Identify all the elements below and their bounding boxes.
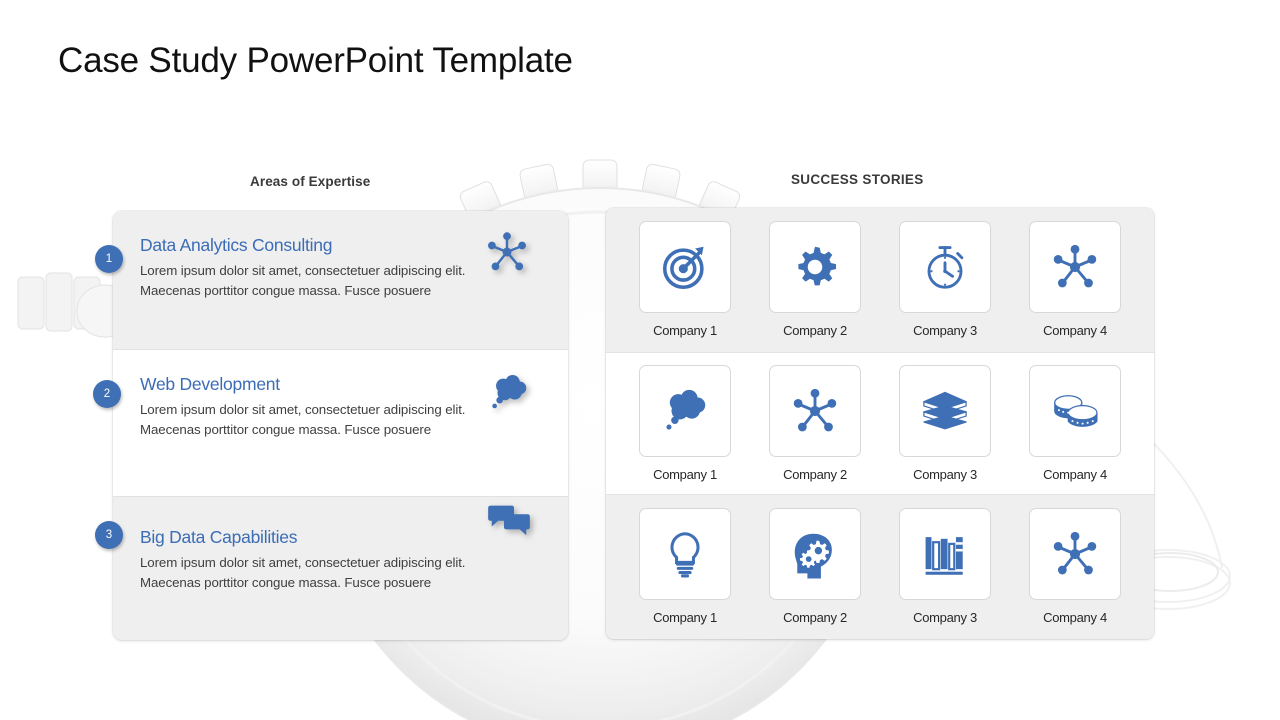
expertise-number-badge: 3 bbox=[95, 521, 123, 549]
success-story-tile[interactable] bbox=[1029, 221, 1121, 314]
success-story-label: Company 3 bbox=[913, 466, 977, 482]
thought-cloud-icon bbox=[492, 375, 527, 409]
expertise-row[interactable]: Big Data Capabilities Lorem ipsum dolor … bbox=[113, 497, 568, 640]
expertise-item-description: Lorem ipsum dolor sit amet, consectetuer… bbox=[140, 261, 520, 300]
areas-of-expertise-header: Areas of Expertise bbox=[250, 174, 371, 189]
success-story-label: Company 2 bbox=[783, 323, 847, 339]
success-stories-row: Company 1 Company 2 Company 3 Company 4 bbox=[606, 351, 1154, 496]
expertise-row[interactable]: Web Development Lorem ipsum dolor sit am… bbox=[113, 349, 568, 497]
success-story-tile[interactable] bbox=[1029, 364, 1121, 457]
target-icon bbox=[662, 247, 704, 290]
network-hub-icon bbox=[488, 232, 526, 271]
success-story-label: Company 1 bbox=[653, 323, 717, 339]
success-story-label: Company 2 bbox=[783, 466, 847, 482]
success-story-cell[interactable]: Company 2 bbox=[755, 221, 875, 338]
expertise-item-description: Lorem ipsum dolor sit amet, consectetuer… bbox=[140, 553, 520, 592]
gear-icon bbox=[798, 247, 837, 286]
success-story-tile[interactable] bbox=[639, 221, 731, 314]
success-story-label: Company 1 bbox=[653, 466, 717, 482]
success-stories-row: Company 1 Company 2 Company 3 Company 4 bbox=[606, 495, 1154, 639]
success-story-cell[interactable]: Company 1 bbox=[625, 221, 745, 338]
success-stories-panel: Company 1 Company 2 Company 3 Company 4 … bbox=[606, 208, 1154, 639]
success-story-cell[interactable]: Company 4 bbox=[1015, 508, 1135, 625]
success-story-tile[interactable] bbox=[899, 508, 991, 601]
expertise-desc-line: Lorem ipsum dolor sit amet, consectetuer… bbox=[140, 555, 466, 570]
expertise-desc-line: Maecenas porttitor congue massa. Fusce p… bbox=[140, 574, 432, 590]
expertise-desc-line: Lorem ipsum dolor sit amet, consectetuer… bbox=[140, 402, 466, 417]
coins-icon bbox=[1054, 395, 1098, 427]
network-hub-icon bbox=[793, 388, 837, 432]
success-story-cell[interactable]: Company 4 bbox=[1015, 221, 1135, 338]
success-story-tile[interactable] bbox=[639, 364, 731, 457]
areas-of-expertise-panel: Data Analytics Consulting Lorem ipsum do… bbox=[113, 211, 568, 640]
success-story-cell[interactable]: Company 1 bbox=[625, 508, 745, 625]
success-story-cell[interactable]: Company 3 bbox=[885, 364, 1005, 482]
expertise-number-badge: 2 bbox=[93, 380, 121, 408]
network-hub-icon bbox=[1053, 245, 1097, 288]
success-story-cell[interactable]: Company 3 bbox=[885, 221, 1005, 338]
slide-canvas: Case Study PowerPoint Template Areas of … bbox=[0, 0, 1280, 720]
success-story-tile[interactable] bbox=[899, 364, 991, 457]
success-story-cell[interactable]: Company 2 bbox=[755, 364, 875, 482]
lightbulb-icon bbox=[670, 532, 700, 578]
success-story-label: Company 4 bbox=[1043, 610, 1107, 626]
success-story-tile[interactable] bbox=[1029, 508, 1121, 601]
success-story-tile[interactable] bbox=[769, 221, 861, 314]
expertise-row[interactable]: Data Analytics Consulting Lorem ipsum do… bbox=[113, 211, 568, 349]
expertise-desc-line: Maecenas porttitor congue massa. Fusce p… bbox=[140, 282, 432, 298]
success-stories-header: SUCCESS STORIES bbox=[791, 172, 924, 187]
success-story-cell[interactable]: Company 1 bbox=[625, 364, 745, 482]
expertise-item-description: Lorem ipsum dolor sit amet, consectetuer… bbox=[140, 400, 520, 439]
stacked-books-icon bbox=[923, 391, 967, 430]
success-story-label: Company 3 bbox=[913, 610, 977, 626]
success-story-label: Company 4 bbox=[1043, 323, 1107, 339]
success-story-tile[interactable] bbox=[769, 364, 861, 457]
success-stories-row: Company 1 Company 2 Company 3 Company 4 bbox=[606, 208, 1154, 352]
expertise-number-badge: 1 bbox=[95, 245, 123, 273]
page-title: Case Study PowerPoint Template bbox=[58, 41, 573, 80]
library-books-icon bbox=[925, 537, 963, 576]
chat-bubbles-icon bbox=[488, 505, 530, 536]
expertise-desc-line: Maecenas porttitor congue massa. Fusce p… bbox=[140, 421, 432, 437]
success-story-label: Company 1 bbox=[653, 610, 717, 626]
success-story-cell[interactable]: Company 2 bbox=[755, 508, 875, 625]
thought-cloud-icon bbox=[666, 389, 706, 430]
success-story-tile[interactable] bbox=[769, 508, 861, 601]
success-story-cell[interactable]: Company 3 bbox=[885, 508, 1005, 625]
success-story-tile[interactable] bbox=[899, 221, 991, 314]
success-story-tile[interactable] bbox=[639, 508, 731, 601]
expertise-desc-line: Lorem ipsum dolor sit amet, consectetuer… bbox=[140, 263, 466, 278]
network-hub-icon bbox=[1053, 532, 1097, 575]
success-story-cell[interactable]: Company 4 bbox=[1015, 364, 1135, 482]
success-story-label: Company 4 bbox=[1043, 466, 1107, 482]
head-gears-icon bbox=[794, 534, 832, 579]
success-story-label: Company 2 bbox=[783, 610, 847, 626]
success-story-label: Company 3 bbox=[913, 323, 977, 339]
stopwatch-icon bbox=[927, 246, 964, 289]
